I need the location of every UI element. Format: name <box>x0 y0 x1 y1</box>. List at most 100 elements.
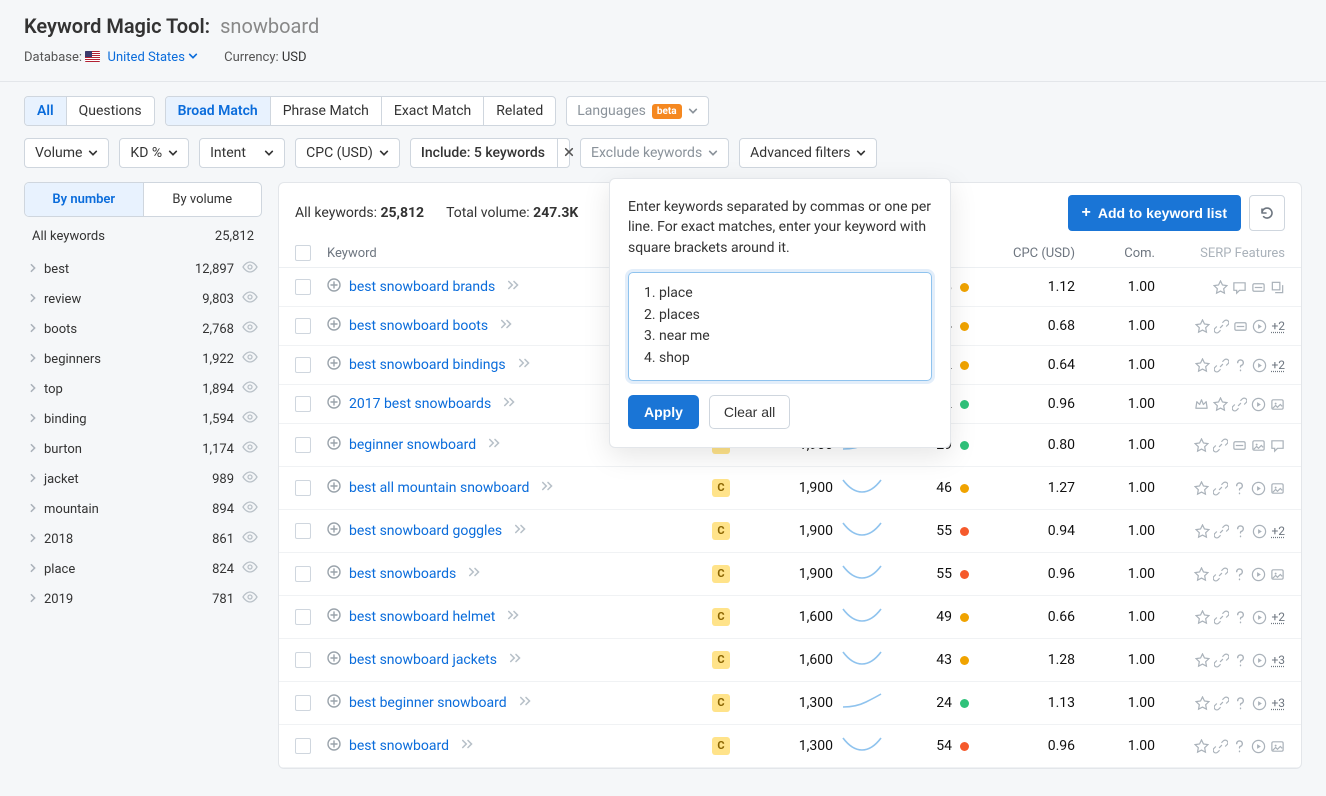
tab-broad-match[interactable]: Broad Match <box>166 97 271 125</box>
filter-kd[interactable]: KD % <box>119 138 189 168</box>
eye-icon[interactable] <box>242 471 258 487</box>
sidebar-item-top[interactable]: top 1,894 <box>24 374 262 404</box>
serp-more[interactable]: +2 <box>1271 610 1285 624</box>
filter-volume[interactable]: Volume <box>24 138 109 168</box>
keyword-link[interactable]: best snowboard jackets <box>349 652 497 668</box>
eye-icon[interactable] <box>242 321 258 337</box>
add-to-keyword-list-button[interactable]: +Add to keyword list <box>1068 195 1241 231</box>
keyword-link[interactable]: best snowboard brands <box>349 279 495 295</box>
sidebar-item-beginners[interactable]: beginners 1,922 <box>24 344 262 374</box>
serp-more[interactable]: +2 <box>1271 319 1285 333</box>
sort-by-number[interactable]: By number <box>25 183 143 216</box>
double-chevron-icon[interactable] <box>468 566 482 582</box>
eye-icon[interactable] <box>242 291 258 307</box>
tab-exact-match[interactable]: Exact Match <box>382 97 484 125</box>
add-keyword-icon[interactable] <box>327 651 341 669</box>
row-checkbox[interactable] <box>295 566 311 582</box>
select-all-checkbox[interactable] <box>295 245 311 261</box>
keyword-link[interactable]: best beginner snowboard <box>349 695 507 711</box>
keyword-link[interactable]: best snowboard <box>349 738 449 754</box>
double-chevron-icon[interactable] <box>514 523 528 539</box>
keyword-link[interactable]: best snowboard goggles <box>349 523 502 539</box>
double-chevron-icon[interactable] <box>507 279 521 295</box>
eye-icon[interactable] <box>242 591 258 607</box>
sort-by-volume[interactable]: By volume <box>143 183 262 216</box>
tab-questions[interactable]: Questions <box>67 97 154 125</box>
add-keyword-icon[interactable] <box>327 395 341 413</box>
eye-icon[interactable] <box>242 381 258 397</box>
row-checkbox[interactable] <box>295 695 311 711</box>
tab-all[interactable]: All <box>25 97 67 125</box>
row-checkbox[interactable] <box>295 437 311 453</box>
filter-exclude[interactable]: Exclude keywords <box>580 138 729 168</box>
sidebar-item-jacket[interactable]: jacket 989 <box>24 464 262 494</box>
filter-include[interactable]: Include: 5 keywords <box>410 138 570 168</box>
double-chevron-icon[interactable] <box>541 480 555 496</box>
add-keyword-icon[interactable] <box>327 479 341 497</box>
add-keyword-icon[interactable] <box>327 565 341 583</box>
serp-more[interactable]: +2 <box>1271 358 1285 372</box>
keyword-link[interactable]: best snowboards <box>349 566 456 582</box>
filter-cpc[interactable]: CPC (USD) <box>295 138 400 168</box>
sidebar-item-mountain[interactable]: mountain 894 <box>24 494 262 524</box>
double-chevron-icon[interactable] <box>461 738 475 754</box>
clear-all-button[interactable]: Clear all <box>709 395 790 429</box>
sidebar-item-2018[interactable]: 2018 861 <box>24 524 262 554</box>
double-chevron-icon[interactable] <box>509 652 523 668</box>
eye-icon[interactable] <box>242 501 258 517</box>
apply-button[interactable]: Apply <box>628 395 699 429</box>
double-chevron-icon[interactable] <box>500 318 514 334</box>
database-selector[interactable]: Database: United States <box>24 50 198 65</box>
eye-icon[interactable] <box>242 441 258 457</box>
sidebar-item-best[interactable]: best 12,897 <box>24 254 262 284</box>
col-com-header[interactable]: Com. <box>1075 246 1155 261</box>
row-checkbox[interactable] <box>295 357 311 373</box>
double-chevron-icon[interactable] <box>518 357 532 373</box>
double-chevron-icon[interactable] <box>488 437 502 453</box>
sidebar-item-burton[interactable]: burton 1,174 <box>24 434 262 464</box>
add-keyword-icon[interactable] <box>327 694 341 712</box>
add-keyword-icon[interactable] <box>327 278 341 296</box>
keyword-link[interactable]: best all mountain snowboard <box>349 480 529 496</box>
keyword-link[interactable]: best snowboard bindings <box>349 357 506 373</box>
row-checkbox[interactable] <box>295 652 311 668</box>
serp-more[interactable]: +3 <box>1271 653 1285 667</box>
row-checkbox[interactable] <box>295 318 311 334</box>
filter-advanced[interactable]: Advanced filters <box>739 138 877 168</box>
tab-phrase-match[interactable]: Phrase Match <box>271 97 382 125</box>
keyword-link[interactable]: 2017 best snowboards <box>349 396 491 412</box>
exclude-keywords-input[interactable]: placeplacesnear meshop <box>628 272 932 381</box>
row-checkbox[interactable] <box>295 523 311 539</box>
tab-related[interactable]: Related <box>484 97 555 125</box>
serp-more[interactable]: +3 <box>1271 696 1285 710</box>
col-cpc-header[interactable]: CPC (USD) <box>969 246 1075 261</box>
keyword-link[interactable]: beginner snowboard <box>349 437 476 453</box>
keyword-link[interactable]: best snowboard boots <box>349 318 488 334</box>
add-keyword-icon[interactable] <box>327 737 341 755</box>
serp-more[interactable]: +2 <box>1271 524 1285 538</box>
add-keyword-icon[interactable] <box>327 317 341 335</box>
add-keyword-icon[interactable] <box>327 356 341 374</box>
refresh-button[interactable] <box>1249 195 1285 231</box>
add-keyword-icon[interactable] <box>327 522 341 540</box>
row-checkbox[interactable] <box>295 480 311 496</box>
double-chevron-icon[interactable] <box>519 695 533 711</box>
row-checkbox[interactable] <box>295 279 311 295</box>
eye-icon[interactable] <box>242 411 258 427</box>
sidebar-item-binding[interactable]: binding 1,594 <box>24 404 262 434</box>
sidebar-item-2019[interactable]: 2019 781 <box>24 584 262 614</box>
eye-icon[interactable] <box>242 261 258 277</box>
add-keyword-icon[interactable] <box>327 436 341 454</box>
double-chevron-icon[interactable] <box>507 609 521 625</box>
languages-dropdown[interactable]: Languages beta <box>566 96 708 126</box>
sidebar-item-place[interactable]: place 824 <box>24 554 262 584</box>
row-checkbox[interactable] <box>295 609 311 625</box>
col-serp-header[interactable]: SERP Features <box>1155 246 1285 261</box>
keyword-link[interactable]: best snowboard helmet <box>349 609 495 625</box>
eye-icon[interactable] <box>242 561 258 577</box>
filter-intent[interactable]: Intent <box>199 138 285 168</box>
add-keyword-icon[interactable] <box>327 608 341 626</box>
sidebar-item-boots[interactable]: boots 2,768 <box>24 314 262 344</box>
sidebar-all-row[interactable]: All keywords 25,812 <box>24 217 262 254</box>
row-checkbox[interactable] <box>295 738 311 754</box>
